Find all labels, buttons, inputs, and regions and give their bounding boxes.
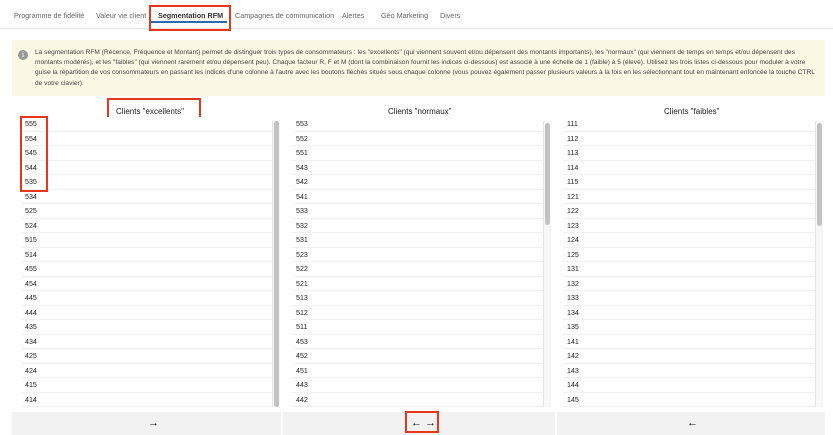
scrollbar-weak[interactable] (815, 121, 823, 407)
highlight-box-tab (149, 5, 231, 31)
list-item[interactable]: 131 (563, 262, 815, 277)
move-left-button-weak[interactable]: ← (687, 418, 698, 429)
list-item[interactable]: 525 (21, 204, 272, 219)
list-item[interactable]: 512 (292, 306, 548, 320)
list-item[interactable]: 524 (21, 219, 272, 233)
list-item[interactable]: 435 (21, 320, 272, 335)
info-banner: i La segmentation RFM (Récence, Fréquenc… (12, 40, 825, 96)
list-item[interactable]: 124 (563, 233, 815, 248)
listbox-weak-clients[interactable]: 111 112 113 114 115 121 122 123 124 125 131 132 133 1… (563, 117, 815, 412)
listbox-normal-clients[interactable]: 553 552 551 543 542 541 533 532 531 523 522 521 513 5… (292, 117, 548, 412)
listbox-excellent-clients[interactable]: 555 554 545 544 535 534 525 524 515 514 455 454 445 4… (21, 117, 272, 412)
move-right-button-excellent[interactable]: → (148, 418, 159, 429)
list-item[interactable]: 445 (21, 291, 272, 306)
info-icon: i (18, 50, 28, 60)
list-item[interactable]: 513 (292, 291, 548, 306)
column-title-weak: Clients "faibles" (664, 107, 720, 116)
list-item[interactable]: 122 (563, 204, 815, 219)
list-item[interactable]: 535 (21, 175, 272, 190)
list-item[interactable]: 553 (292, 117, 548, 132)
tab-valeur-vie-client[interactable]: Valeur vie client (96, 11, 146, 20)
tab-alertes[interactable]: Alertes (342, 11, 364, 20)
list-item[interactable]: 134 (563, 306, 815, 320)
list-item[interactable]: 414 (21, 393, 272, 407)
list-item[interactable]: 545 (21, 146, 272, 161)
info-text: La segmentation RFM (Récence, Fréquence … (35, 49, 815, 87)
list-item[interactable]: 113 (563, 146, 815, 161)
list-item[interactable]: 511 (292, 320, 548, 335)
scrollbar-excellent[interactable] (272, 121, 280, 407)
scrollbar-thumb[interactable] (274, 121, 279, 407)
list-item[interactable]: 133 (563, 291, 815, 306)
list-item[interactable]: 123 (563, 219, 815, 233)
list-item[interactable]: 121 (563, 190, 815, 204)
list-item[interactable]: 514 (21, 248, 272, 262)
list-item[interactable]: 523 (292, 248, 548, 262)
list-item[interactable]: 125 (563, 248, 815, 262)
list-item[interactable]: 112 (563, 132, 815, 146)
list-item[interactable]: 522 (292, 262, 548, 277)
list-item[interactable]: 142 (563, 349, 815, 364)
list-item[interactable]: 451 (292, 364, 548, 378)
list-item[interactable]: 533 (292, 204, 548, 219)
list-item[interactable]: 425 (21, 349, 272, 364)
list-item[interactable]: 455 (21, 262, 272, 277)
list-item[interactable]: 111 (563, 117, 815, 132)
list-item[interactable]: 115 (563, 175, 815, 190)
tab-bar: Programme de fidélité Valeur vie client … (0, 0, 833, 29)
list-item[interactable]: 143 (563, 364, 815, 378)
list-item[interactable]: 552 (292, 132, 548, 146)
list-item[interactable]: 444 (21, 306, 272, 320)
list-item[interactable]: 544 (21, 161, 272, 175)
list-item[interactable]: 144 (563, 378, 815, 393)
tab-programme-fidelite[interactable]: Programme de fidélité (14, 11, 84, 20)
list-item[interactable]: 424 (21, 364, 272, 378)
list-item[interactable]: 453 (292, 335, 548, 349)
list-item[interactable]: 415 (21, 378, 272, 393)
list-item[interactable]: 543 (292, 161, 548, 175)
scrollbar-normal[interactable] (543, 121, 551, 407)
list-item[interactable]: 454 (21, 277, 272, 291)
list-item[interactable]: 515 (21, 233, 272, 248)
list-item[interactable]: 434 (21, 335, 272, 349)
list-item[interactable]: 114 (563, 161, 815, 175)
list-item[interactable]: 452 (292, 349, 548, 364)
tab-campagnes-communication[interactable]: Campagnes de communication (235, 11, 334, 20)
list-item[interactable]: 141 (563, 335, 815, 349)
list-item[interactable]: 534 (21, 190, 272, 204)
highlight-box-arrows (405, 411, 439, 433)
list-item[interactable]: 531 (292, 233, 548, 248)
list-item[interactable]: 551 (292, 146, 548, 161)
tab-divers[interactable]: Divers (440, 11, 460, 20)
list-item[interactable]: 442 (292, 393, 548, 407)
scrollbar-thumb[interactable] (545, 123, 550, 225)
list-item[interactable]: 554 (21, 132, 272, 146)
list-item[interactable]: 145 (563, 393, 815, 407)
list-item[interactable]: 132 (563, 277, 815, 291)
panel-background-left (12, 412, 281, 435)
column-title-normal: Clients "normaux" (388, 107, 452, 116)
list-item[interactable]: 532 (292, 219, 548, 233)
list-item[interactable]: 542 (292, 175, 548, 190)
list-item[interactable]: 541 (292, 190, 548, 204)
list-item[interactable]: 135 (563, 320, 815, 335)
list-item[interactable]: 555 (21, 117, 272, 132)
list-item[interactable]: 521 (292, 277, 548, 291)
scrollbar-thumb[interactable] (817, 123, 822, 226)
list-item[interactable]: 443 (292, 378, 548, 393)
highlight-box-top-values (20, 116, 48, 192)
tab-geo-marketing[interactable]: Géo Marketing (381, 11, 428, 20)
